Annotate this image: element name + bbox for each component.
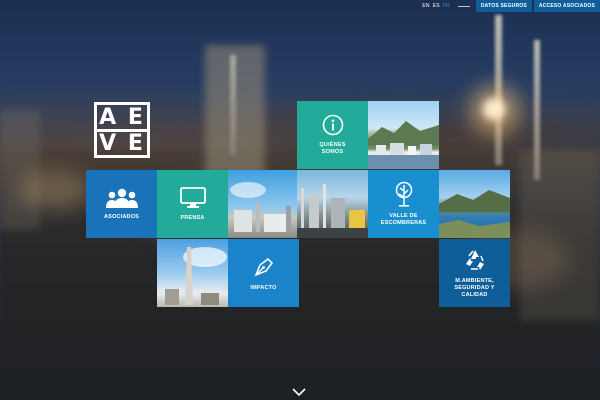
photo-tile-industrial (297, 170, 368, 238)
photo-tile-bay (439, 170, 510, 238)
tile-quienes-label-2: SOMOS (321, 149, 344, 155)
tile-prensa[interactable]: PRENSA (157, 170, 228, 238)
tile-medio-label-2: SEGURIDAD Y (454, 284, 495, 291)
aeve-logo[interactable]: A E V E (94, 102, 150, 158)
info-icon (322, 114, 343, 136)
lang-en[interactable]: EN (422, 3, 429, 9)
pen-nib-icon (254, 257, 273, 276)
lang-es[interactable]: ES (433, 3, 440, 9)
tile-quienes-somos[interactable]: QUIÉNES SOMOS (297, 101, 368, 169)
monitor-icon (179, 186, 206, 208)
datos-seguros-link[interactable]: DATOS SEGUROS (475, 0, 532, 12)
chevron-down-icon[interactable] (292, 388, 306, 396)
photo-tile-coast (368, 101, 439, 169)
tree-icon (395, 181, 412, 207)
lang-fr[interactable]: FR (443, 3, 450, 9)
top-bar: EN ES FR DATOS SEGUROS ACCESO ASOCIADOS (416, 0, 600, 12)
tile-impacto[interactable]: IMPACTO (228, 239, 299, 307)
logo-row-2: V E (99, 131, 145, 156)
tile-medio-label-1: M.AMBIENTE, (455, 277, 494, 284)
logo-row-1: A E (99, 105, 145, 130)
divider (457, 5, 470, 7)
people-icon (105, 188, 138, 208)
tile-medio-ambiente[interactable]: M.AMBIENTE, SEGURIDAD Y CALIDAD (439, 239, 510, 307)
tile-valle-escombreras[interactable]: VALLE DE ESCOMBRERAS (368, 170, 439, 238)
tile-valle-label-2: ESCOMBRERAS (380, 220, 427, 226)
photo-tile-chimney (157, 239, 228, 307)
tile-prensa-label: PRENSA (180, 214, 205, 221)
photo-tile-refinery-sky (228, 170, 299, 238)
tile-medio-label-3: CALIDAD (461, 291, 488, 298)
recycle-icon (465, 249, 484, 270)
tile-impacto-label: IMPACTO (250, 284, 277, 291)
tile-asociados-label: ASOCIADOS (103, 213, 140, 220)
acceso-asociados-link[interactable]: ACCESO ASOCIADOS (533, 0, 600, 12)
tile-valle-label-1: VALLE DE (389, 213, 418, 219)
tile-asociados[interactable]: ASOCIADOS (86, 170, 157, 238)
language-switcher: EN ES FR (416, 3, 458, 9)
tile-quienes-label-1: QUIÉNES (319, 142, 346, 148)
